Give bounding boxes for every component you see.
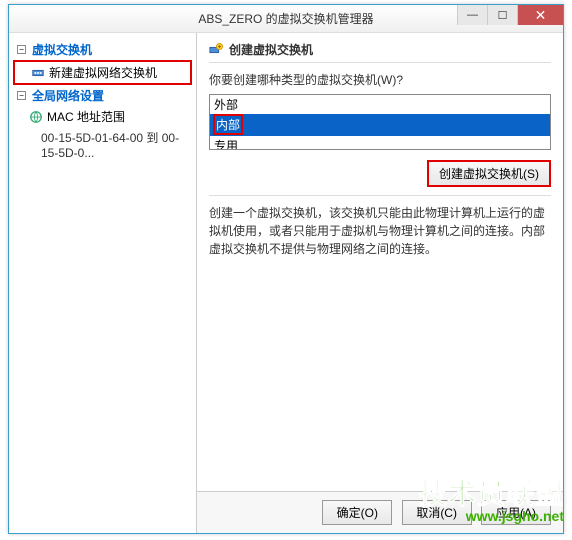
close-button[interactable]: ✕ [517,5,563,25]
collapse-icon[interactable]: − [17,45,26,54]
titlebar: ABS_ZERO 的虚拟交换机管理器 — ☐ ✕ [9,5,563,33]
window-title: ABS_ZERO 的虚拟交换机管理器 [198,10,373,27]
right-header-label: 创建虚拟交换机 [229,41,313,58]
list-item[interactable]: 专用 [210,136,550,150]
section-label: 虚拟交换机 [32,41,92,58]
window-controls: — ☐ ✕ [457,5,563,25]
tree-item-label: MAC 地址范围 [47,108,125,125]
bottom-button-bar: 确定(O) 取消(C) 应用(A) [197,491,563,533]
tree-item-mac-range[interactable]: MAC 地址范围 [13,106,192,127]
maximize-button[interactable]: ☐ [487,5,517,25]
tree-item-new-virtual-switch[interactable]: 新建虚拟网络交换机 [13,60,192,85]
tree-item-label: 新建虚拟网络交换机 [49,64,157,81]
type-prompt: 你要创建哪种类型的虚拟交换机(W)? [209,71,551,88]
tree-subitem-mac-range-value[interactable]: 00-15-5D-01-64-00 到 00-15-5D-0... [13,127,192,162]
section-label: 全局网络设置 [32,87,104,104]
switch-type-listbox[interactable]: 外部 内部 专用 [209,94,551,150]
apply-button[interactable]: 应用(A) [481,500,551,525]
cancel-button[interactable]: 取消(C) [402,500,472,525]
switch-icon [31,66,45,80]
switch-create-icon [209,43,223,57]
left-tree-pane: − 虚拟交换机 新建虚拟网络交换机 − 全局网络设置 MAC 地址范围 00-1… [9,33,197,533]
content-area: − 虚拟交换机 新建虚拟网络交换机 − 全局网络设置 MAC 地址范围 00-1… [9,33,563,533]
list-item[interactable]: 内部 [210,114,550,136]
app-window: ABS_ZERO 的虚拟交换机管理器 — ☐ ✕ − 虚拟交换机 新建虚拟网络交… [8,4,564,534]
highlight-box: 内部 [213,114,243,135]
minimize-button[interactable]: — [457,5,487,25]
collapse-icon[interactable]: − [17,91,26,100]
tree-section-global-settings[interactable]: − 全局网络设置 [13,85,192,106]
right-pane-header: 创建虚拟交换机 [209,41,551,63]
description-text: 创建一个虚拟交换机，该交换机只能由此物理计算机上运行的虚拟机使用，或者只能用于虚… [209,204,551,258]
network-icon [29,110,43,124]
right-pane: 创建虚拟交换机 你要创建哪种类型的虚拟交换机(W)? 外部 内部 专用 创建虚拟… [197,33,563,533]
tree-section-virtual-switches[interactable]: − 虚拟交换机 [13,39,192,60]
ok-button[interactable]: 确定(O) [322,500,392,525]
create-button-row: 创建虚拟交换机(S) [209,160,551,187]
list-item[interactable]: 外部 [210,95,550,114]
create-virtual-switch-button[interactable]: 创建虚拟交换机(S) [427,160,551,187]
